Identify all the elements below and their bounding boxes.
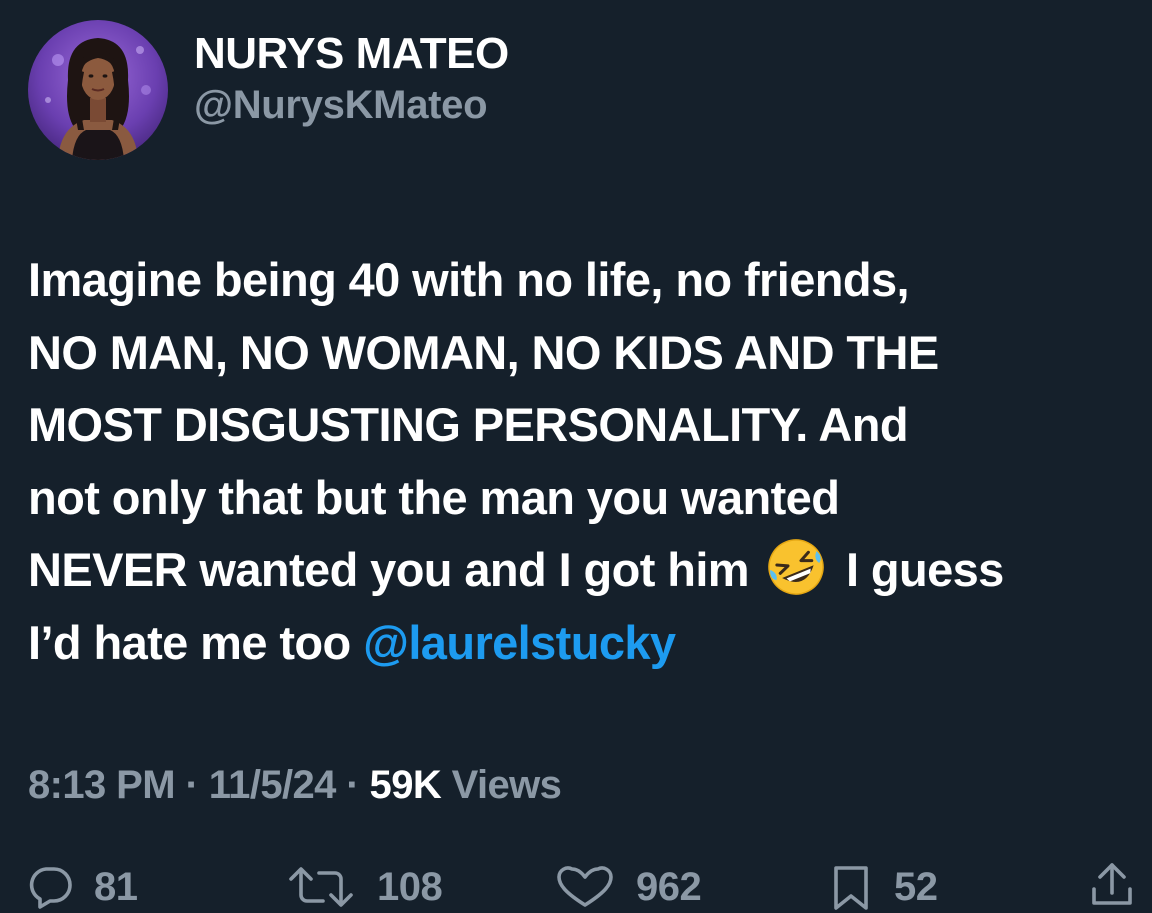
tweet-date[interactable]: 11/5/24 (209, 763, 337, 807)
retweet-button[interactable]: 108 (287, 861, 443, 913)
reply-count: 81 (94, 865, 138, 909)
display-name[interactable]: NURYS MATEO (194, 28, 509, 80)
like-count: 962 (636, 865, 702, 909)
tweet-line-part: I guess (845, 543, 1004, 596)
reply-button[interactable]: 81 (28, 861, 138, 913)
bookmark-count: 52 (894, 865, 938, 909)
avatar-image (28, 20, 168, 160)
views-label: Views (441, 763, 562, 807)
author-names: NURYS MATEO @NurysKMateo (194, 28, 509, 130)
tweet-line: MOST DISGUSTING PERSONALITY. And (28, 398, 909, 451)
mention-link[interactable]: @laurelstucky (363, 616, 676, 669)
bookmark-icon (834, 866, 868, 910)
meta-separator: · (174, 763, 209, 807)
avatar[interactable] (28, 20, 168, 160)
tweet-line-with-mention: I’d hate me too @laurelstucky (28, 607, 1148, 680)
tweet-header: NURYS MATEO @NurysKMateo (28, 20, 509, 160)
tweet-line: not only that but the man you wanted (28, 470, 840, 524)
bookmark-button[interactable]: 52 (830, 861, 938, 913)
tweet-line: Imagine being 40 with no life, no friend… (28, 253, 910, 306)
tweet-line-part: NEVER wanted you and I got him (28, 543, 750, 596)
reply-icon (29, 867, 72, 909)
tweet-line-part: I’d hate me too (28, 615, 364, 669)
heart-icon (557, 866, 613, 907)
user-handle[interactable]: @NurysKMateo (194, 80, 509, 130)
share-button[interactable] (1090, 861, 1134, 907)
views-count[interactable]: 59K (370, 763, 442, 807)
meta-separator: · (335, 763, 370, 807)
like-button[interactable]: 962 (556, 861, 702, 913)
tweet-line-with-emoji: NEVER wanted you and I got him I guess (28, 534, 1148, 607)
tweet-line: NO MAN, NO WOMAN, NO KIDS AND THE (28, 325, 939, 379)
tweet-meta: 8:13 PM · 11/5/24 · 59K Views (28, 758, 562, 812)
tweet-text: Imagine being 40 with no life, no friend… (28, 244, 1148, 679)
action-bar: 81 108 962 52 (0, 855, 1152, 910)
retweet-icon (289, 867, 353, 907)
rolling-on-floor-laughing-emoji-icon (765, 536, 827, 598)
retweet-count: 108 (377, 865, 443, 909)
tweet-time[interactable]: 8:13 PM (28, 763, 176, 807)
share-icon (1092, 863, 1132, 905)
